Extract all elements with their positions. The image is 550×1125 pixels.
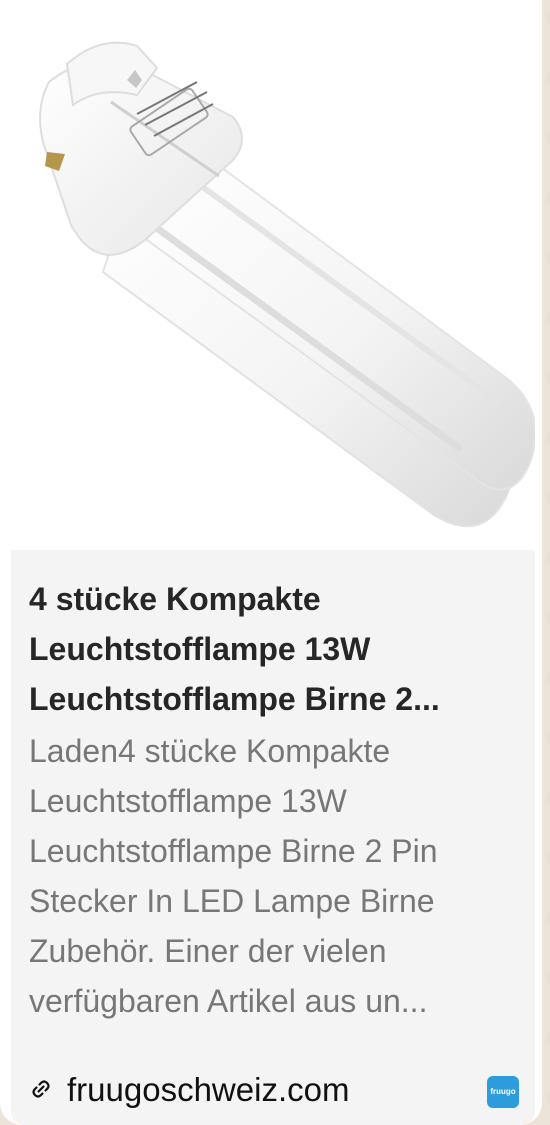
preview-text-area: 4 stücke Kompakte Leuchtstofflampe 13W L… [11,550,535,1125]
preview-description: Laden4 stücke Kompakte Leuchtstofflampe … [29,733,438,1019]
preview-domain[interactable]: fruugoschweiz.com [67,1070,349,1110]
preview-footer[interactable]: fruugoschweiz.com fruugo [29,1064,521,1116]
fluorescent-lamp-image [39,41,535,528]
product-image[interactable] [11,0,535,550]
fruugo-badge-icon: fruugo [487,1076,519,1108]
link-icon [32,1080,50,1098]
preview-title[interactable]: 4 stücke Kompakte Leuchtstofflampe 13W L… [29,574,521,724]
link-preview-card[interactable]: 4 stücke Kompakte Leuchtstofflampe 13W L… [11,0,535,1125]
